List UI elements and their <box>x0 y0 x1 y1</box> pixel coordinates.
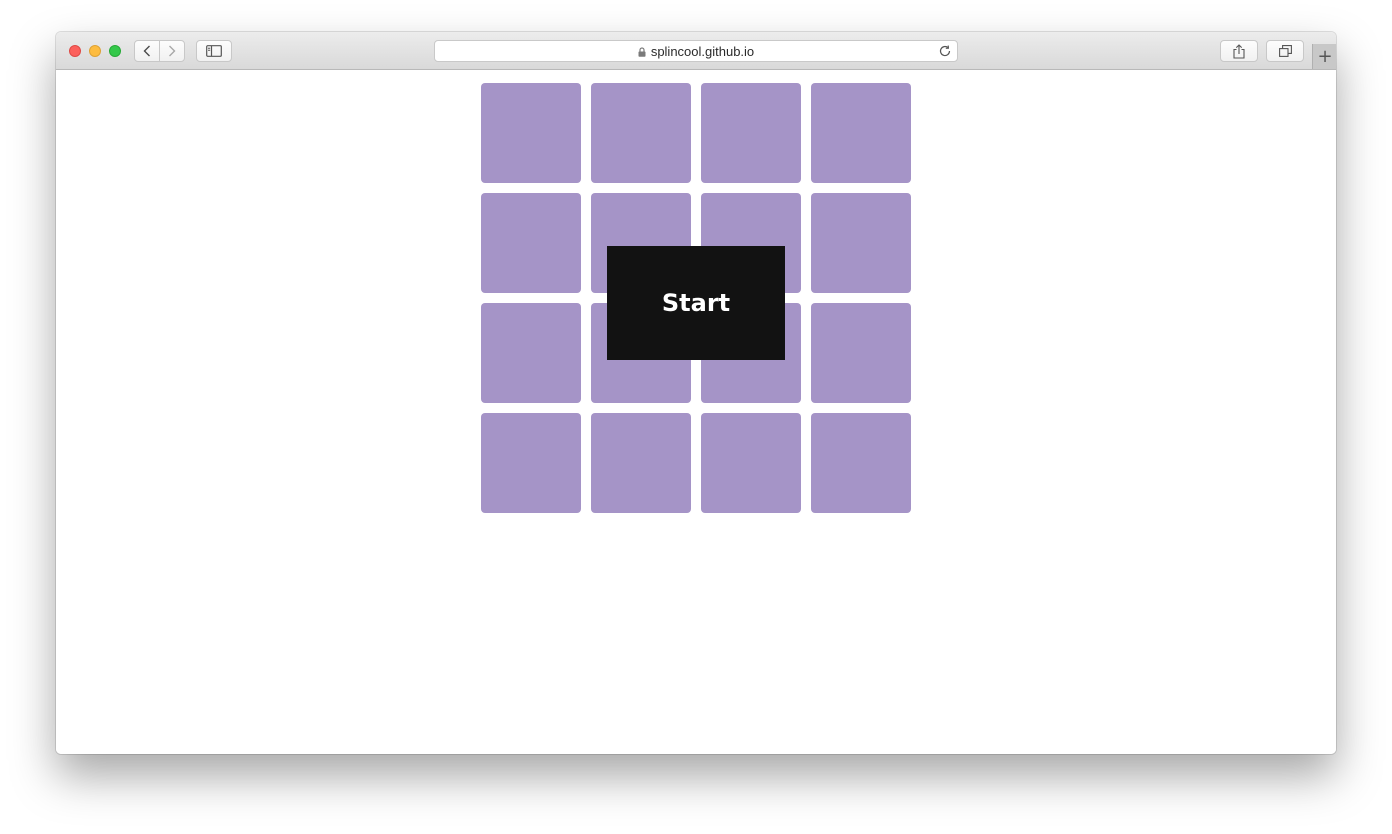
game-tile[interactable] <box>481 83 581 183</box>
game-tile[interactable] <box>811 193 911 293</box>
navigation-buttons <box>134 40 185 62</box>
lock-icon <box>638 46 646 57</box>
chevron-right-icon <box>169 45 176 57</box>
sidebar-button[interactable] <box>196 40 232 62</box>
game-tile[interactable] <box>481 193 581 293</box>
close-window-button[interactable] <box>69 45 81 57</box>
tabs-overview-icon <box>1278 45 1292 57</box>
share-icon <box>1233 43 1245 59</box>
maximize-window-button[interactable] <box>109 45 121 57</box>
game-tile[interactable] <box>811 83 911 183</box>
game-tile[interactable] <box>811 303 911 403</box>
share-button[interactable] <box>1220 40 1258 62</box>
game-tile[interactable] <box>591 413 691 513</box>
browser-toolbar: splincool.github.io + <box>56 32 1336 70</box>
page-viewport: Start <box>56 70 1336 754</box>
show-tabs-button[interactable] <box>1266 40 1304 62</box>
game-tile[interactable] <box>481 303 581 403</box>
game-tile[interactable] <box>701 413 801 513</box>
chevron-left-icon <box>143 45 150 57</box>
minimize-window-button[interactable] <box>89 45 101 57</box>
forward-button[interactable] <box>159 40 185 62</box>
game-tile[interactable] <box>591 83 691 183</box>
game-tile[interactable] <box>811 413 911 513</box>
reload-icon[interactable] <box>938 44 952 58</box>
address-url: splincool.github.io <box>650 43 755 59</box>
address-bar[interactable]: splincool.github.io <box>434 40 958 62</box>
sidebar-icon <box>206 45 222 57</box>
start-button[interactable]: Start <box>607 246 785 360</box>
back-button[interactable] <box>134 40 160 62</box>
game-tile[interactable] <box>701 83 801 183</box>
browser-window: splincool.github.io + Start <box>56 32 1336 754</box>
new-tab-button[interactable]: + <box>1312 44 1336 69</box>
game-tile[interactable] <box>481 413 581 513</box>
